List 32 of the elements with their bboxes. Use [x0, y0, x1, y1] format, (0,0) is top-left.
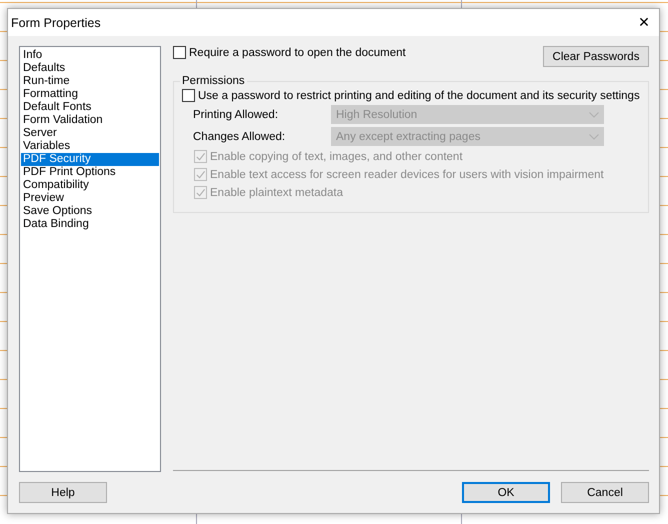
checkbox-label: Enable copying of text, images, and other content — [210, 150, 463, 162]
list-item[interactable]: Server — [21, 127, 159, 140]
clear-passwords-button[interactable]: Clear Passwords — [543, 46, 649, 67]
dialog-button[interactable]: OK — [462, 482, 550, 503]
checkbox[interactable] — [173, 46, 186, 59]
dialog-button[interactable]: Help — [19, 482, 107, 503]
checkbox-label: Use a password to restrict printing and editing of the document and its security settings — [198, 90, 640, 102]
list-item[interactable]: Default Fonts — [21, 101, 159, 114]
dialog-button[interactable]: Cancel — [561, 482, 649, 503]
checkbox[interactable] — [182, 89, 195, 102]
list-item[interactable]: Run-time — [21, 75, 159, 88]
group-title: Permissions — [181, 75, 246, 87]
field-label: Printing Allowed: — [193, 108, 280, 120]
close-button[interactable]: ✕ — [629, 9, 659, 36]
list-item[interactable]: Formatting — [21, 88, 159, 101]
chevron-down-icon — [589, 112, 599, 118]
list-item[interactable]: PDF Security — [21, 153, 159, 166]
list-item[interactable]: Compatibility — [21, 179, 159, 192]
checkbox-label: Enable text access for screen reader devices for users with vision impairment — [210, 168, 604, 180]
list-item[interactable]: Variables — [21, 140, 159, 153]
list-item[interactable]: Info — [21, 49, 159, 62]
field-label: Changes Allowed: — [193, 130, 286, 142]
checkbox-label: Require a password to open the document — [189, 46, 406, 58]
list-item[interactable]: Data Binding — [21, 218, 159, 231]
checkbox-label: Enable plaintext metadata — [210, 186, 343, 198]
window-title: Form Properties — [11, 16, 101, 30]
list-item[interactable]: Preview — [21, 192, 159, 205]
chevron-down-icon — [589, 134, 599, 140]
list-item[interactable]: PDF Print Options — [21, 166, 159, 179]
list-item[interactable]: Form Validation — [21, 114, 159, 127]
list-item[interactable]: Save Options — [21, 205, 159, 218]
list-item[interactable]: Defaults — [21, 62, 159, 75]
